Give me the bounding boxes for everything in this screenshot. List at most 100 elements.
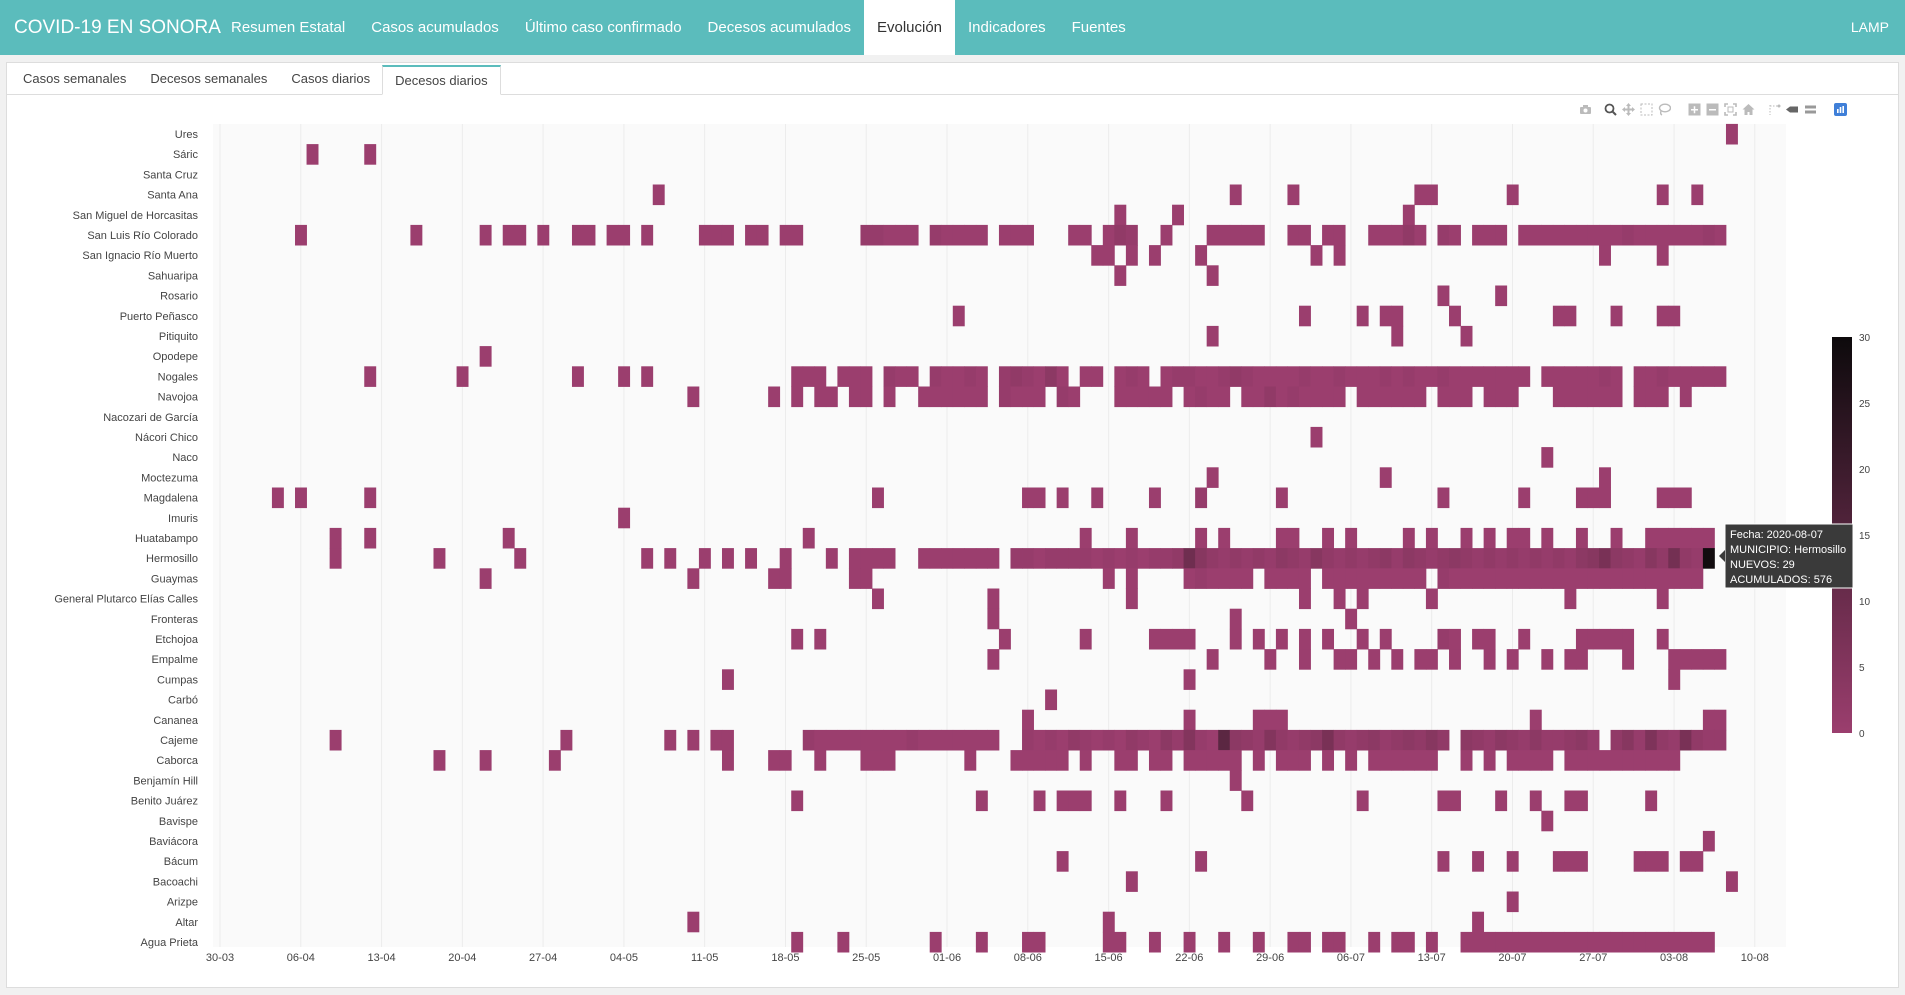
heatmap-cell[interactable]	[1610, 548, 1623, 569]
heatmap-cell[interactable]	[883, 224, 896, 246]
heatmap-cell[interactable]	[1264, 649, 1277, 670]
heatmap-cell[interactable]	[1495, 931, 1508, 953]
heatmap-cell[interactable]	[1379, 568, 1392, 589]
heatmap-cell[interactable]	[1506, 366, 1519, 387]
heatmap-cell[interactable]	[1691, 184, 1704, 206]
heatmap-cell[interactable]	[1668, 669, 1681, 690]
heatmap-cell[interactable]	[1622, 224, 1635, 246]
heatmap-cell[interactable]	[1449, 224, 1461, 246]
heatmap-cell[interactable]	[1368, 649, 1381, 670]
heatmap-cell[interactable]	[1587, 568, 1600, 589]
heatmap-cell[interactable]	[1114, 386, 1127, 408]
heatmap-cell[interactable]	[860, 548, 873, 569]
heatmap-cell[interactable]	[1656, 305, 1669, 327]
heatmap-cell[interactable]	[1622, 568, 1635, 589]
heatmap-cell[interactable]	[687, 386, 700, 408]
heatmap-cell[interactable]	[1425, 184, 1438, 206]
heatmap-cell[interactable]	[1414, 729, 1427, 751]
heatmap-cell[interactable]	[1552, 729, 1565, 751]
heatmap-cell[interactable]	[1483, 931, 1496, 953]
heatmap-cell[interactable]	[1287, 366, 1300, 387]
heatmap-cell[interactable]	[1125, 527, 1138, 549]
heatmap-cell[interactable]	[1333, 386, 1346, 408]
heatmap-cell[interactable]	[1691, 366, 1704, 387]
heatmap-cell[interactable]	[1425, 750, 1438, 771]
heatmap-cell[interactable]	[860, 386, 873, 408]
heatmap-cell[interactable]	[1010, 750, 1023, 771]
heatmap-cell[interactable]	[1229, 628, 1242, 650]
heatmap-cell[interactable]	[1460, 386, 1473, 408]
heatmap-cell[interactable]	[1264, 366, 1277, 387]
heatmap-cell[interactable]	[1449, 628, 1461, 650]
heatmap-cell[interactable]	[1425, 931, 1438, 953]
heatmap-cell[interactable]	[1298, 305, 1311, 327]
heatmap-cell[interactable]	[1010, 386, 1023, 408]
heatmap-cell[interactable]	[1125, 568, 1138, 589]
heatmap-cell[interactable]	[1587, 628, 1600, 650]
heatmap-cell[interactable]	[1518, 366, 1531, 387]
heatmap-cell[interactable]	[479, 224, 492, 246]
heatmap-cell[interactable]	[1391, 649, 1404, 670]
heatmap-cell[interactable]	[641, 548, 654, 569]
heatmap-cell[interactable]	[848, 386, 861, 408]
heatmap-cell[interactable]	[998, 366, 1011, 387]
heatmap-cell[interactable]	[1645, 548, 1658, 569]
heatmap-cell[interactable]	[1460, 568, 1473, 589]
heatmap-cell[interactable]	[1414, 649, 1427, 670]
heatmap-cell[interactable]	[1056, 366, 1069, 387]
heatmap-cell[interactable]	[906, 729, 919, 751]
heatmap-cell[interactable]	[1702, 729, 1715, 751]
heatmap-cell[interactable]	[1022, 224, 1034, 246]
heatmap-cell[interactable]	[1552, 931, 1565, 953]
heatmap-cell[interactable]	[918, 729, 931, 751]
heatmap-cell[interactable]	[1264, 568, 1277, 589]
heatmap-cell[interactable]	[698, 548, 711, 569]
heatmap-cell[interactable]	[1587, 366, 1600, 387]
heatmap-cell[interactable]	[1402, 527, 1415, 549]
heatmap-cell[interactable]	[837, 366, 850, 387]
heatmap-cell[interactable]	[860, 750, 873, 771]
heatmap-cell[interactable]	[1148, 386, 1161, 408]
heatmap-cell[interactable]	[1091, 548, 1104, 569]
heatmap-cell[interactable]	[1137, 729, 1150, 751]
heatmap-cell[interactable]	[987, 649, 1000, 670]
heatmap-cell[interactable]	[1160, 750, 1173, 771]
heatmap-cell[interactable]	[1345, 649, 1358, 670]
heatmap-cell[interactable]	[1575, 851, 1588, 872]
heatmap-cell[interactable]	[1322, 527, 1335, 549]
heatmap-cell[interactable]	[1495, 548, 1508, 569]
heatmap-cell[interactable]	[1610, 931, 1623, 953]
heatmap-cell[interactable]	[987, 548, 1000, 569]
heatmap-cell[interactable]	[1529, 931, 1542, 953]
heatmap-cell[interactable]	[802, 729, 815, 751]
heatmap-cell[interactable]	[1137, 386, 1150, 408]
heatmap-cell[interactable]	[1206, 548, 1219, 569]
heatmap-cell[interactable]	[1575, 527, 1588, 549]
heatmap-cell[interactable]	[1264, 709, 1277, 731]
heatmap-cell[interactable]	[1322, 729, 1335, 751]
heatmap-cell[interactable]	[1587, 729, 1600, 751]
heatmap-cell[interactable]	[1679, 386, 1692, 408]
heatmap-cell[interactable]	[860, 729, 873, 751]
heatmap-cell[interactable]	[1622, 649, 1635, 670]
heatmap-cell[interactable]	[987, 588, 1000, 610]
heatmap-cell[interactable]	[664, 548, 677, 569]
heatmap-cell[interactable]	[1125, 366, 1138, 387]
heatmap-cell[interactable]	[975, 224, 988, 246]
heatmap-cell[interactable]	[1356, 305, 1369, 327]
heatmap-cell[interactable]	[1437, 851, 1450, 872]
heatmap-cell[interactable]	[1668, 548, 1681, 569]
heatmap-cell[interactable]	[1206, 325, 1219, 347]
heatmap-cell[interactable]	[1148, 931, 1161, 953]
heatmap-cell[interactable]	[1402, 386, 1415, 408]
heatmap-cell[interactable]	[1645, 366, 1658, 387]
heatmap-cell[interactable]	[1287, 568, 1300, 589]
heatmap-cell[interactable]	[941, 548, 954, 569]
heatmap-cell[interactable]	[1056, 729, 1069, 751]
heatmap-cell[interactable]	[1668, 224, 1681, 246]
heatmap-cell[interactable]	[1656, 184, 1669, 206]
heatmap-cell[interactable]	[1368, 931, 1381, 953]
heatmap-cell[interactable]	[1356, 386, 1369, 408]
heatmap-cell[interactable]	[1160, 224, 1173, 246]
heatmap-cell[interactable]	[1449, 790, 1461, 812]
